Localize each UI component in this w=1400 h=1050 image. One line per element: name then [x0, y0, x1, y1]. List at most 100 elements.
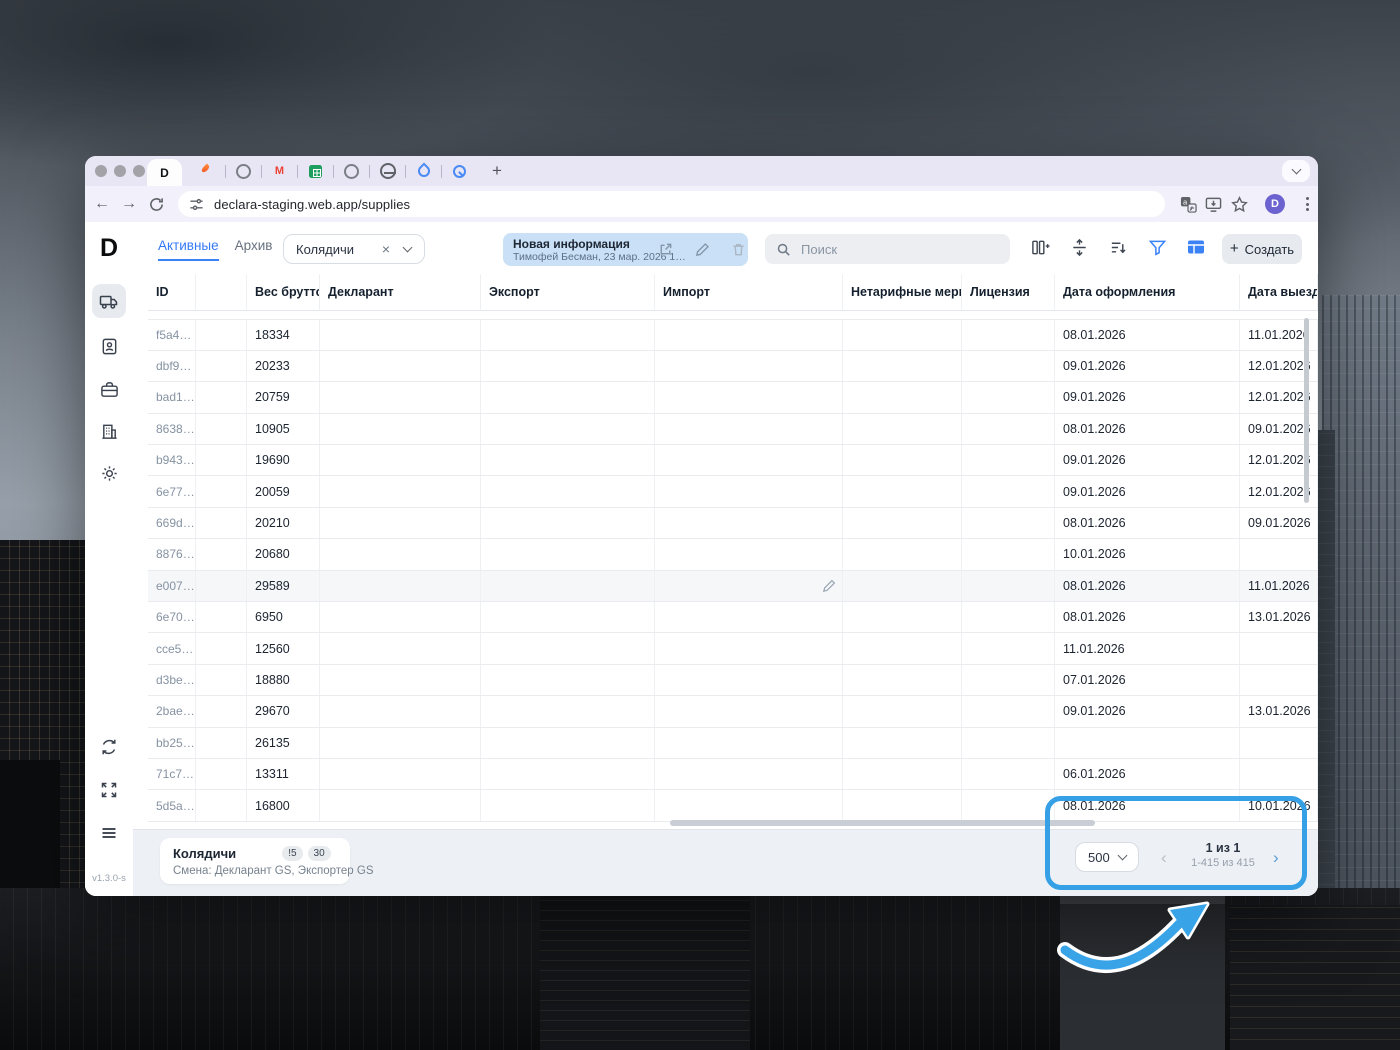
profile-avatar[interactable]: D: [1265, 194, 1285, 214]
open-external-button[interactable]: [658, 242, 673, 257]
cell-license: [962, 665, 1055, 695]
table-row[interactable]: bad1… 20759 09.01.2026 12.01.2026: [148, 382, 1318, 413]
table-row[interactable]: f5a4… 18334 08.01.2026 11.01.2026: [148, 320, 1318, 351]
sidebar-item-organizations[interactable]: [92, 414, 126, 448]
table-row[interactable]: 71c7… 13311 06.01.2026: [148, 759, 1318, 790]
cell-import: [655, 508, 843, 538]
column-header[interactable]: Дата оформления: [1055, 274, 1240, 310]
branch-select[interactable]: Колядичи ×: [283, 234, 425, 264]
column-header[interactable]: Экспорт: [481, 274, 655, 310]
cell-nontariff: [843, 728, 962, 758]
vertical-scrollbar[interactable]: [1304, 318, 1309, 503]
next-page-button[interactable]: ›: [1273, 848, 1279, 868]
sidebar-item-settings[interactable]: [92, 456, 126, 490]
filter-button[interactable]: [1146, 236, 1168, 258]
trash-icon: [731, 242, 746, 257]
cell-blank: [196, 602, 247, 632]
bookmark-button[interactable]: [1228, 193, 1250, 215]
table-row[interactable]: 2bae… 29670 09.01.2026 13.01.2026: [148, 696, 1318, 727]
row-height-button[interactable]: [1068, 236, 1090, 258]
edit-notification-button[interactable]: [695, 242, 710, 257]
column-header[interactable]: ID: [148, 274, 196, 310]
new-tab-button[interactable]: +: [485, 159, 509, 183]
column-header[interactable]: Нетарифные меры: [843, 274, 962, 310]
install-app-button[interactable]: [1202, 193, 1224, 215]
table-row[interactable]: 6e70… 6950 08.01.2026 13.01.2026: [148, 602, 1318, 633]
cell-import: [655, 696, 843, 726]
column-header[interactable]: Дата выезда: [1240, 274, 1318, 310]
sidebar-item-contacts[interactable]: [92, 329, 126, 363]
tab-search-button[interactable]: [1282, 160, 1310, 182]
cell-clearance-date: 08.01.2026: [1055, 508, 1240, 538]
create-button[interactable]: + Создать: [1222, 234, 1302, 264]
column-header[interactable]: Лицензия: [962, 274, 1055, 310]
sidebar-menu-button[interactable]: [92, 816, 126, 850]
organization-card[interactable]: Колядичи !530 Смена: Декларант GS, Экспо…: [160, 838, 350, 884]
pinned-tab-extension-2[interactable]: [334, 164, 369, 179]
minimize-window-button[interactable]: [114, 165, 126, 177]
column-header[interactable]: Вес брутто: [247, 274, 320, 310]
table-row[interactable]: b943… 19690 09.01.2026 12.01.2026: [148, 445, 1318, 476]
chevron-down-icon[interactable]: [403, 243, 413, 253]
clear-icon[interactable]: ×: [382, 241, 390, 257]
table-row[interactable]: dbf9… 20233 09.01.2026 12.01.2026: [148, 351, 1318, 382]
forward-button[interactable]: →: [118, 193, 140, 215]
translate-button[interactable]: a: [1177, 193, 1199, 215]
sidebar-item-jobs[interactable]: [92, 372, 126, 406]
pinned-tab-gmail[interactable]: M: [262, 163, 297, 179]
sort-button[interactable]: [1107, 236, 1129, 258]
table-row[interactable]: 8876… 20680 10.01.2026: [148, 539, 1318, 570]
notification-chip[interactable]: Новая информация Тимофей Бесман, 23 мар.…: [503, 233, 748, 266]
reload-button[interactable]: [145, 193, 167, 215]
pinned-tab-drop[interactable]: [406, 165, 441, 177]
table-row[interactable]: 669d… 20210 08.01.2026 09.01.2026: [148, 508, 1318, 539]
tab-archive[interactable]: Архив: [235, 238, 273, 261]
cell-gross-weight: 20059: [247, 476, 320, 506]
horizontal-scrollbar[interactable]: [670, 820, 1095, 826]
cell-clearance-date: 08.01.2026: [1055, 320, 1240, 350]
pinned-tab-sheets[interactable]: [298, 165, 333, 178]
search-input[interactable]: [799, 241, 983, 258]
column-header[interactable]: Импорт: [655, 274, 843, 310]
table-row[interactable]: d3be… 18880 07.01.2026: [148, 665, 1318, 696]
maximize-window-button[interactable]: [133, 165, 145, 177]
hamburger-icon: [100, 824, 118, 842]
search-box[interactable]: [765, 234, 1010, 264]
sidebar-sync-button[interactable]: [92, 730, 126, 764]
filter-icon: [1148, 238, 1167, 257]
table-row[interactable]: 8638… 10905 08.01.2026 09.01.2026: [148, 414, 1318, 445]
cell-declarant: [320, 539, 481, 569]
table-view-button[interactable]: [1185, 236, 1207, 258]
cell-gross-weight: 18880: [247, 665, 320, 695]
cell-clearance-date: 08.01.2026: [1055, 790, 1240, 820]
edit-pencil-icon[interactable]: [823, 579, 836, 595]
gmail-icon: M: [272, 163, 288, 179]
close-window-button[interactable]: [95, 165, 107, 177]
site-settings-icon[interactable]: [189, 197, 204, 212]
tab-active-supplies[interactable]: Активные: [158, 238, 219, 261]
delete-notification-button[interactable]: [731, 242, 746, 257]
active-browser-tab[interactable]: D: [147, 159, 182, 186]
back-button[interactable]: ←: [91, 193, 113, 215]
pinned-tab-globe[interactable]: [370, 163, 405, 179]
table-row[interactable]: 5d5a… 16800 08.01.2026 10.01.2026: [148, 790, 1318, 821]
cell-id: d3be…: [148, 665, 196, 695]
table-row[interactable]: bb25… 26135: [148, 728, 1318, 759]
column-settings-button[interactable]: [1029, 236, 1051, 258]
pinned-tab-extension[interactable]: [226, 164, 261, 179]
address-bar[interactable]: declara-staging.web.app/supplies: [178, 191, 1165, 217]
browser-toolbar: ← → declara-staging.web.app/supplies a D: [85, 186, 1318, 222]
sheets-icon: [309, 165, 322, 178]
sidebar-fullscreen-button[interactable]: [92, 773, 126, 807]
status-badge: !5: [282, 846, 302, 861]
pinned-tab-zoom[interactable]: [442, 165, 477, 178]
table-row[interactable]: e007… 29589 08.01.2026 11.01.2026: [148, 571, 1318, 602]
table-row[interactable]: cce5… 12560 11.01.2026: [148, 633, 1318, 664]
page-size-select[interactable]: 500: [1075, 842, 1139, 872]
column-header[interactable]: Декларант: [320, 274, 481, 310]
previous-page-button[interactable]: ‹: [1161, 848, 1167, 868]
column-header[interactable]: [196, 274, 247, 310]
table-row[interactable]: 6e77… 20059 09.01.2026 12.01.2026: [148, 476, 1318, 507]
browser-menu-button[interactable]: [1299, 194, 1315, 214]
sidebar-item-supplies[interactable]: [92, 284, 126, 318]
